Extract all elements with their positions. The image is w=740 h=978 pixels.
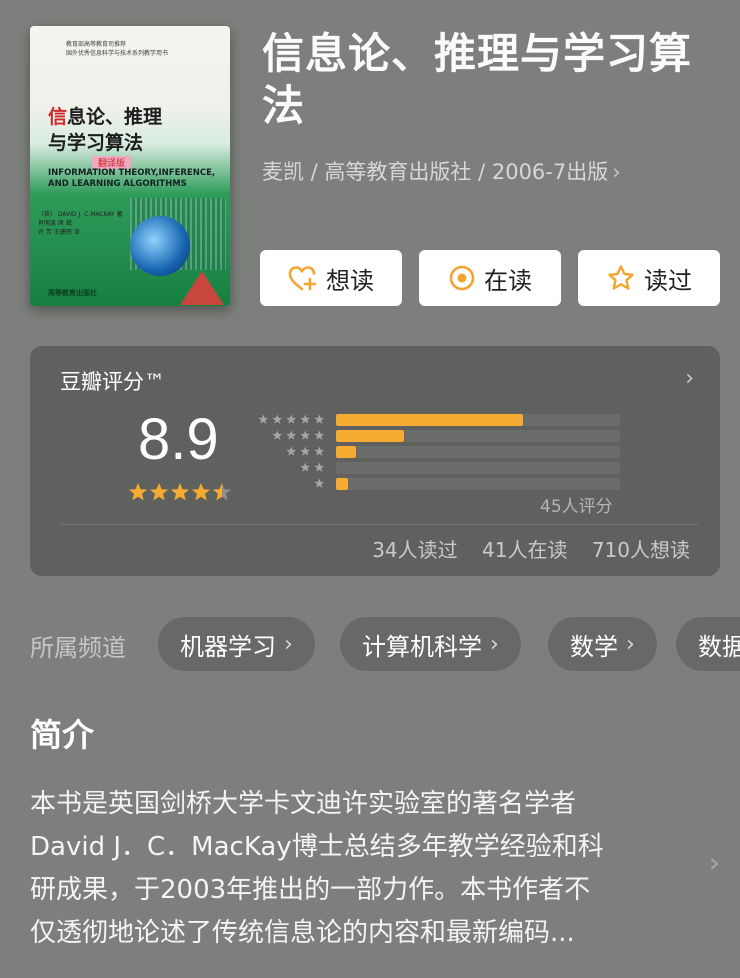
rating-dist-row — [256, 412, 626, 426]
channel-chip[interactable]: 机器学习 › — [158, 617, 315, 671]
cover-pyramid-art — [180, 271, 224, 305]
chevron-right-icon[interactable]: › — [709, 846, 720, 879]
cover-publisher: 高等教育出版社 — [48, 289, 97, 297]
star-icon — [149, 483, 169, 501]
have-read-label: 读过 — [644, 266, 692, 295]
channel-chip-label: 数据 — [698, 632, 740, 661]
rating-stars — [128, 483, 232, 501]
channel-chip[interactable]: 数学 › — [548, 617, 657, 671]
want-to-read-label: 想读 — [326, 266, 374, 295]
chevron-right-icon: › — [490, 631, 499, 657]
channel-chip[interactable]: 计算机科学 › — [340, 617, 521, 671]
chevron-right-icon: › — [612, 160, 621, 184]
cover-series-line: 教育部高等教育司推荐 — [66, 41, 127, 48]
cover-title-line: 息论、推理 — [67, 106, 163, 128]
divider — [60, 524, 698, 525]
intro-line: 本书是英国剑桥大学卡文迪许实验室的著名学者 — [30, 789, 577, 819]
cover-translator-line: 许 芳 王建辉 译 — [38, 229, 80, 236]
rating-bar-track — [336, 414, 620, 426]
cover-title-line: 与学习算法 — [48, 132, 144, 154]
cover-cn-title: 信息论、推理 与学习算法 — [48, 104, 162, 156]
channel-chip-label: 机器学习 — [180, 632, 276, 661]
rating-card[interactable]: 豆瓣评分™ › 8.9 45人评分 34人读过 41人在读 710人想读 — [30, 346, 720, 576]
rating-dist-row — [256, 476, 626, 490]
small-stars-icon — [258, 414, 325, 424]
star-icon — [128, 483, 148, 501]
rating-bar-track — [336, 430, 620, 442]
book-meta-link[interactable]: 麦凯 / 高等教育出版社 / 2006-7出版 › — [262, 156, 621, 186]
cover-author-line: 〔英〕 DAVID J. C.MACKAY 著 — [38, 211, 123, 218]
intro-line: 研成果，于2003年推出的一部力作。本书作者不 — [30, 875, 591, 905]
rating-bar-track — [336, 462, 620, 474]
read-count[interactable]: 34人读过 — [372, 538, 457, 562]
intro-line: David J．C．MacKay博士总结多年教学经验和科 — [30, 832, 604, 862]
channels-label: 所属频道 — [30, 634, 126, 662]
rating-score: 8.9 — [138, 407, 219, 472]
small-stars-icon — [272, 430, 325, 440]
rating-label: 豆瓣评分™ — [60, 370, 165, 394]
rating-bar-fill — [336, 414, 524, 426]
small-stars-icon — [300, 462, 325, 472]
circle-dot-icon — [449, 265, 475, 291]
channel-chip-label: 计算机科学 — [362, 632, 482, 661]
cover-series: 教育部高等教育司推荐 国外优秀信息科学与技术系列教学用书 — [66, 40, 216, 58]
chevron-right-icon: › — [685, 366, 694, 391]
chevron-right-icon: › — [626, 631, 635, 657]
small-stars-icon — [286, 446, 325, 456]
rating-bar-fill — [336, 430, 405, 442]
rating-bar-track — [336, 446, 620, 458]
half-star-icon — [212, 483, 232, 501]
reading-label: 在读 — [484, 266, 532, 295]
channel-chip[interactable]: 数据 — [676, 617, 740, 671]
rating-dist-row — [256, 428, 626, 442]
intro-heading: 简介 — [30, 716, 95, 754]
rating-total: 45人评分 — [540, 497, 613, 517]
intro-text[interactable]: 本书是英国剑桥大学卡文迪许实验室的著名学者 David J．C．MacKay博士… — [30, 783, 700, 955]
reading-button[interactable]: 在读 — [419, 250, 561, 306]
star-icon — [191, 483, 211, 501]
rating-dist-row — [256, 444, 626, 458]
have-read-button[interactable]: 读过 — [578, 250, 720, 306]
book-cover[interactable]: 教育部高等教育司推荐 国外优秀信息科学与技术系列教学用书 信息论、推理 与学习算… — [30, 26, 230, 306]
rating-dist-row — [256, 460, 626, 474]
cover-title-red-char: 信 — [48, 106, 68, 128]
rating-bar-track — [336, 478, 620, 490]
cover-globe-art — [130, 216, 190, 276]
want-to-read-button[interactable]: 想读 — [260, 250, 402, 306]
reader-counts: 34人读过 41人在读 710人想读 — [354, 534, 690, 563]
want-count[interactable]: 710人想读 — [592, 538, 690, 562]
rating-bar-fill — [336, 446, 356, 458]
star-icon — [170, 483, 190, 501]
book-meta-text: 麦凯 / 高等教育出版社 / 2006-7出版 — [262, 160, 609, 184]
chevron-right-icon: › — [284, 631, 293, 657]
cover-en-title: INFORMATION THEORY,INFERENCE, AND LEARNI… — [48, 168, 216, 189]
rating-bar-fill — [336, 478, 348, 490]
cover-series-line: 国外优秀信息科学与技术系列教学用书 — [66, 50, 169, 57]
intro-line: 仅透彻地论述了传统信息论的内容和最新编码... — [30, 918, 575, 948]
small-stars-icon — [314, 478, 325, 488]
book-title: 信息论、推理与学习算法 — [262, 29, 693, 130]
channel-chip-label: 数学 — [570, 632, 618, 661]
reading-count[interactable]: 41人在读 — [482, 538, 567, 562]
cover-translator-line: 肖明波 席 斌 — [38, 220, 72, 227]
cover-authors: 〔英〕 DAVID J. C.MACKAY 著 肖明波 席 斌 许 芳 王建辉 … — [38, 210, 123, 237]
heart-plus-icon — [288, 266, 317, 291]
star-outline-icon — [608, 265, 634, 290]
